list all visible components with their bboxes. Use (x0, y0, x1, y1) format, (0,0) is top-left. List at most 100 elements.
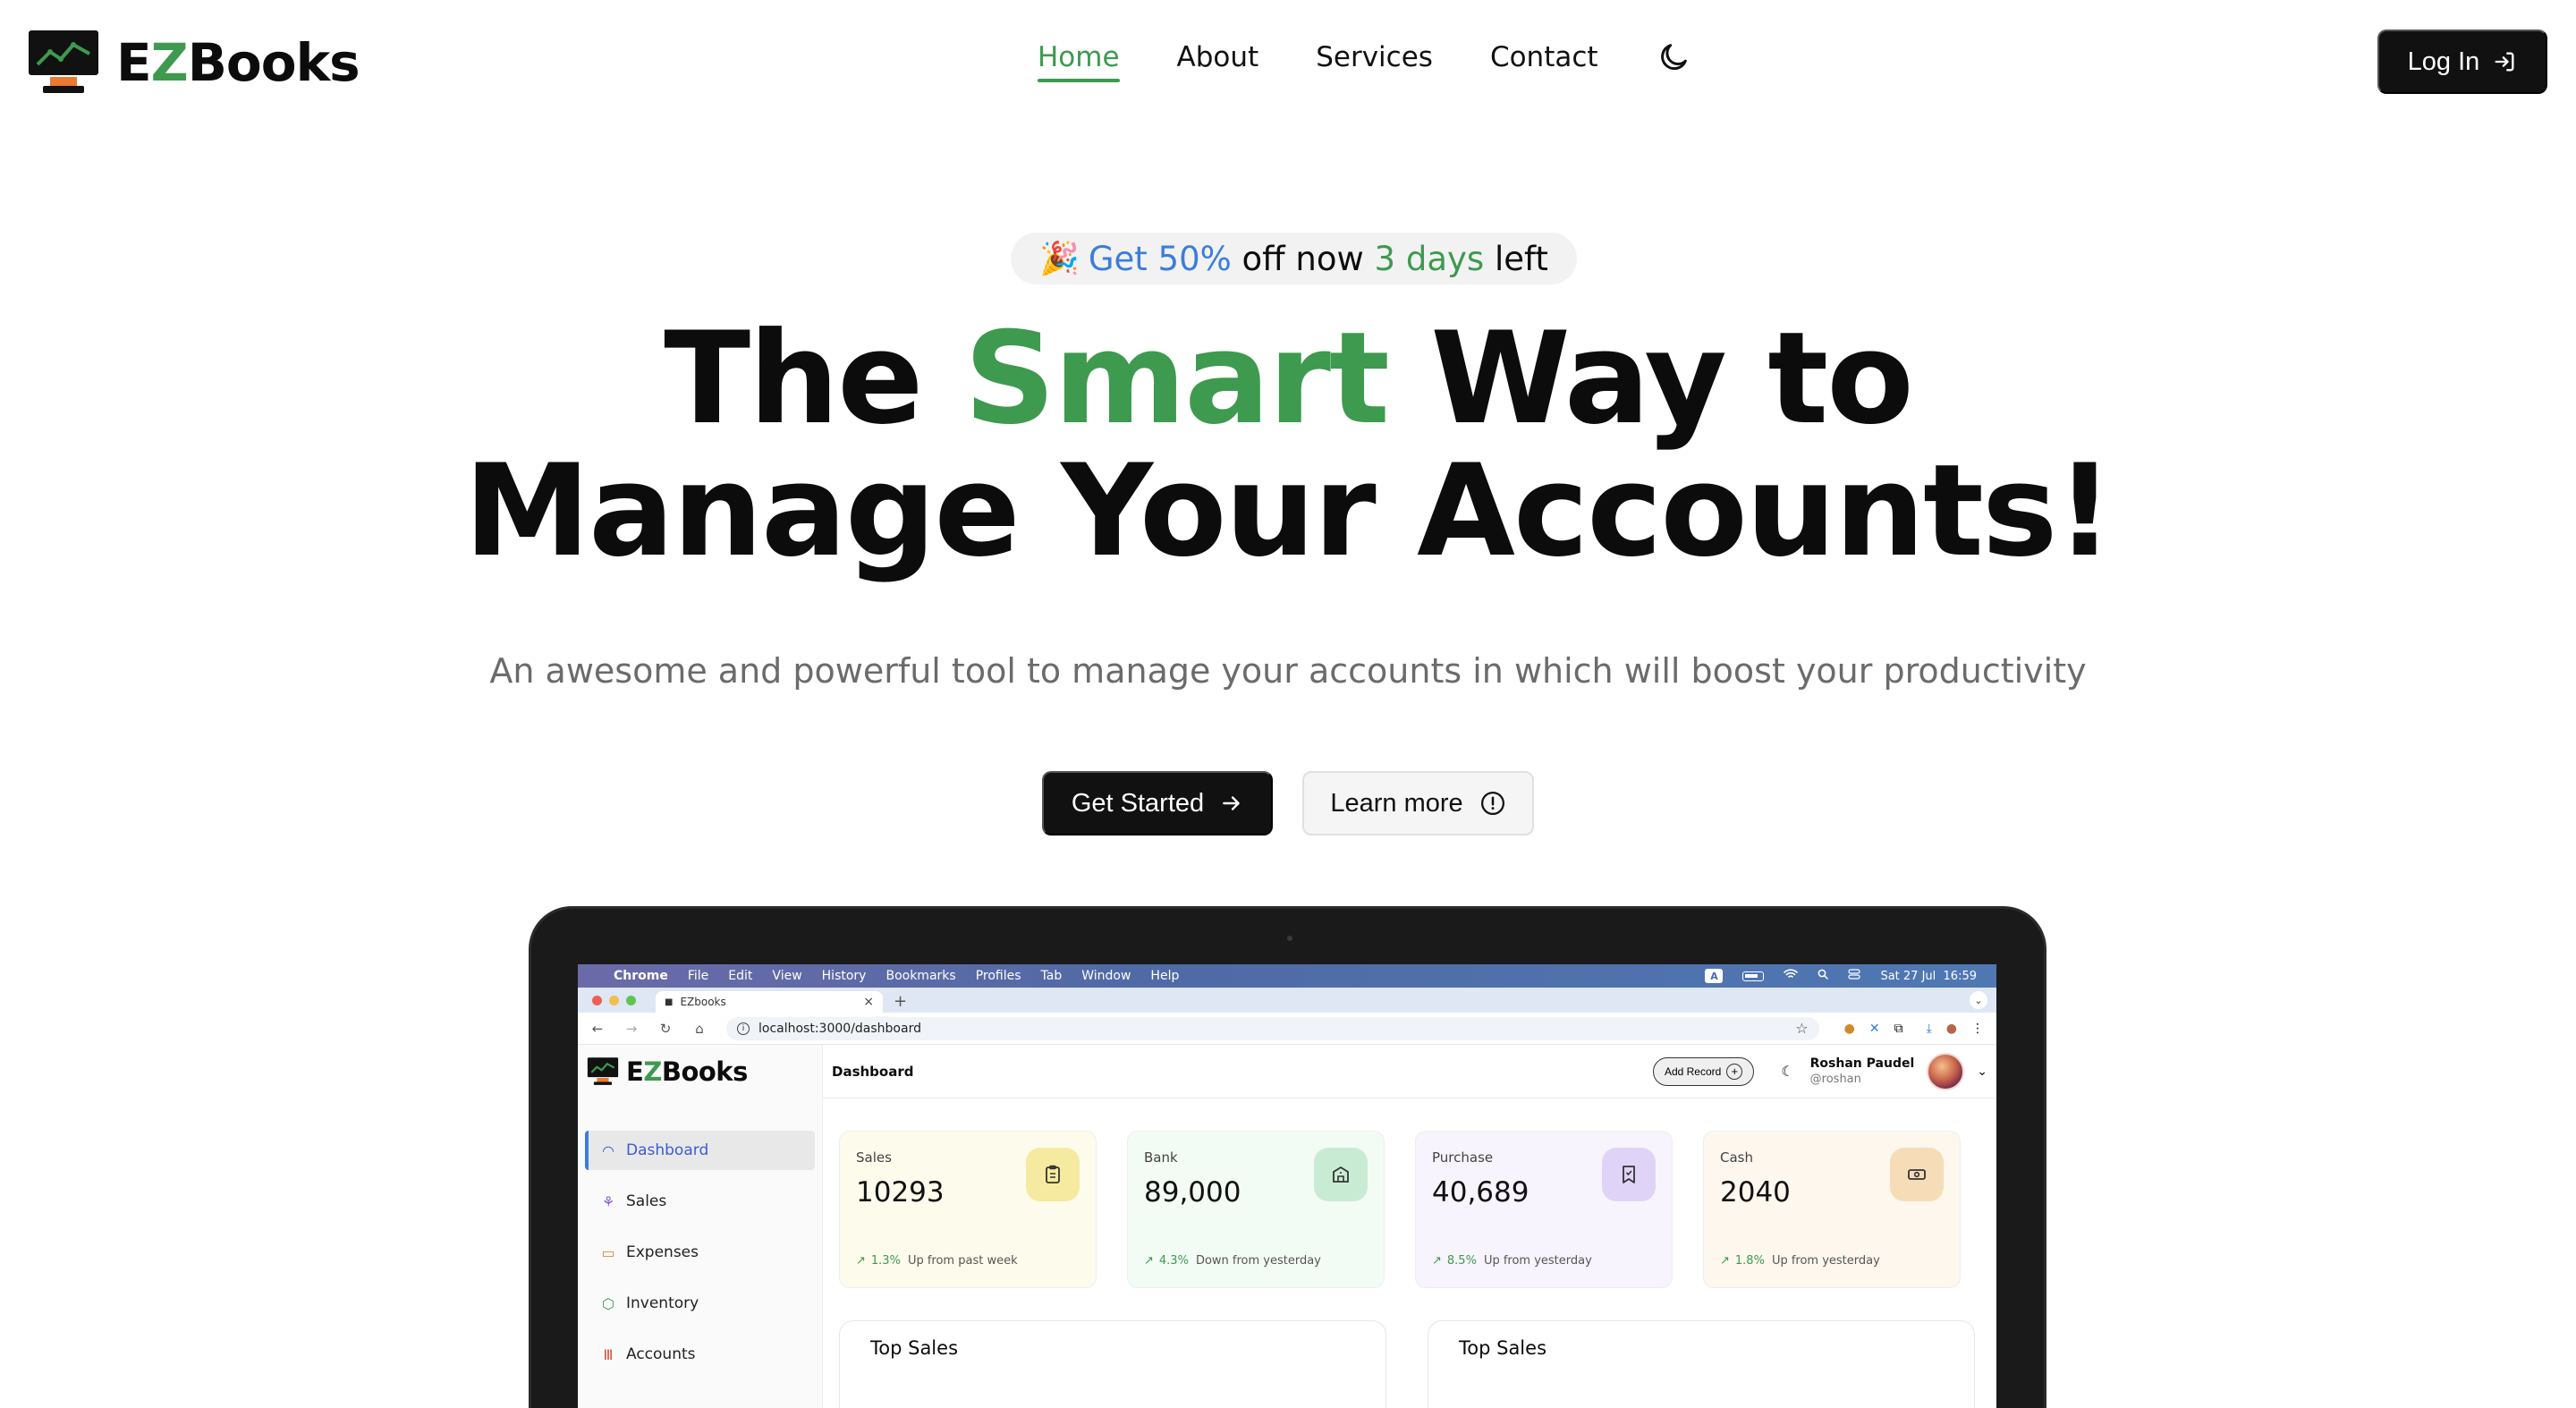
home-icon[interactable]: ⌂ (692, 1021, 707, 1037)
extension-icon[interactable]: ● (1844, 1022, 1855, 1036)
card-pct: 4.3% (1158, 1254, 1189, 1268)
moon-icon[interactable]: ☾ (1781, 1063, 1793, 1080)
gauge-icon: ◠ (602, 1141, 614, 1159)
card-trend: ↗ 1.8% Up from yesterday (1720, 1254, 1880, 1268)
panel-title: Top Sales (870, 1337, 959, 1359)
maximize-window-dot[interactable] (626, 995, 636, 1005)
sidebar-item-accounts[interactable]: Ⅲ Accounts (585, 1335, 815, 1374)
add-record-button[interactable]: Add Record + (1652, 1056, 1755, 1086)
minimize-window-dot[interactable] (609, 995, 619, 1005)
chrome-menu-icon[interactable]: ⋮ (1971, 1022, 1984, 1036)
wallet-icon: ▭ (601, 1243, 615, 1261)
stat-card-purchase: Purchase 40,689 ↗ 8.5% Up from yesterday (1415, 1131, 1673, 1288)
nav-links: Home About Services Contact (1038, 39, 1691, 82)
card-trend: ↗ 8.5% Up from yesterday (1432, 1254, 1592, 1268)
receipt-icon (1602, 1148, 1656, 1201)
sidebar-item-expenses[interactable]: ▭ Expenses (585, 1233, 815, 1272)
laptop-screen: Chrome File Edit View History Bookmarks … (578, 964, 1996, 1408)
window-controls (592, 988, 643, 1013)
user-name: Roshan Paudel (1809, 1056, 1915, 1071)
info-circle-icon (1480, 792, 1504, 815)
monitor-chart-icon (587, 1057, 619, 1085)
puzzle-extensions-icon[interactable]: ⧉ (1894, 1022, 1903, 1036)
control-center-icon (1848, 969, 1861, 983)
card-note: Down from yesterday (1195, 1254, 1321, 1268)
promo-badge: 🎉 Get 50% off now 3 days left (1011, 233, 1577, 284)
login-icon (2495, 52, 2514, 72)
headline-accent: Smart (963, 305, 1390, 453)
add-record-label: Add Record (1664, 1064, 1722, 1078)
card-note: Up from past week (907, 1254, 1018, 1268)
mac-menu-history: History (821, 969, 867, 983)
avatar[interactable] (1927, 1052, 1965, 1090)
sidebar-menu: ◠ Dashboard ⚘ Sales ▭ Expenses ⬡ Invento… (578, 1131, 822, 1374)
mac-menu-window: Window (1081, 969, 1131, 983)
app-brand-name: EZBooks (626, 1056, 748, 1087)
close-window-dot[interactable] (592, 995, 602, 1005)
trend-up-icon: ↗ (1432, 1254, 1442, 1268)
sidebar-item-label: Dashboard (626, 1141, 709, 1159)
mac-status-area: A Sat 27 Jul 16:59 (1705, 969, 1977, 983)
bookmark-star-icon[interactable]: ☆ (1795, 1020, 1808, 1037)
new-tab-plus-icon[interactable]: + (894, 989, 907, 1013)
user-info: Roshan Paudel @roshan (1810, 1056, 1915, 1087)
mac-menu-tab: Tab (1040, 969, 1063, 983)
browser-tab[interactable]: ■ EZbooks × (656, 991, 883, 1013)
monitor-chart-icon (27, 29, 100, 97)
input-source-badge: A (1705, 969, 1724, 983)
trend-up-icon: ↗ (856, 1254, 866, 1268)
sidebar-item-dashboard[interactable]: ◠ Dashboard (585, 1131, 815, 1170)
profile-avatar-icon[interactable]: ● (1946, 1022, 1957, 1036)
tab-title: EZbooks (680, 996, 726, 1008)
moon-icon[interactable] (1656, 39, 1691, 75)
promo-days: 3 days (1374, 239, 1485, 278)
mac-menu-bar: Chrome File Edit View History Bookmarks … (578, 964, 1996, 988)
stat-card-sales: Sales 10293 ↗ 1.3% Up from past week (839, 1131, 1097, 1288)
chevron-down-icon[interactable]: ⌄ (1977, 1064, 1987, 1079)
bank-icon (1314, 1148, 1368, 1201)
sidebar-item-label: Inventory (626, 1294, 699, 1312)
nav-services[interactable]: Services (1316, 41, 1433, 81)
trend-up-icon: ↗ (1720, 1254, 1730, 1268)
address-bar[interactable]: i localhost:3000/dashboard ☆ (726, 1016, 1819, 1040)
nav-about[interactable]: About (1177, 41, 1259, 81)
dashboard-app: EZBooks ◠ Dashboard ⚘ Sales ▭ Expenses ⬡… (578, 1045, 1996, 1408)
page-title: Dashboard (832, 1063, 914, 1080)
login-button[interactable]: Log In (2377, 30, 2547, 94)
books-icon: Ⅲ (603, 1345, 614, 1363)
sidebar-item-inventory[interactable]: ⬡ Inventory (585, 1284, 815, 1323)
nav-contact[interactable]: Contact (1490, 41, 1598, 81)
browser-tab-strip: ■ EZbooks × + ⌄ (578, 988, 1996, 1013)
card-trend: ↗ 1.3% Up from past week (856, 1254, 1018, 1268)
get-started-button[interactable]: Get Started (1042, 771, 1273, 835)
camera-dot (1287, 936, 1292, 941)
card-pct: 1.3% (870, 1254, 901, 1268)
stat-card-bank: Bank 89,000 ↗ 4.3% Down from yesterday (1127, 1131, 1385, 1288)
hero-subtitle: An awesome and powerful tool to manage y… (489, 651, 2087, 691)
download-icon[interactable]: ⤓ (1927, 1022, 1932, 1036)
sidebar-item-label: Expenses (626, 1243, 699, 1261)
card-note: Up from yesterday (1483, 1254, 1592, 1268)
sales-panels: Top Sales Top Sales (839, 1320, 1975, 1408)
forward-arrow-icon[interactable]: → (624, 1021, 639, 1037)
extensions-area: ● ✕ ⧉ ⤓ ● ⋮ (1830, 1022, 1984, 1036)
tab-search-chevron-icon[interactable]: ⌄ (1970, 991, 1987, 1009)
back-arrow-icon[interactable]: ← (590, 1021, 605, 1037)
learn-more-button[interactable]: Learn more (1302, 771, 1534, 835)
clipboard-icon (1026, 1148, 1080, 1201)
sidebar-item-label: Sales (626, 1192, 667, 1210)
site-info-icon[interactable]: i (737, 1022, 750, 1035)
nav-home[interactable]: Home (1038, 41, 1120, 82)
user-handle: @roshan (1809, 1072, 1861, 1086)
reload-icon[interactable]: ↻ (658, 1021, 673, 1037)
mac-menu-help: Help (1150, 969, 1180, 983)
tab-close-icon[interactable]: × (863, 995, 874, 1009)
app-logo[interactable]: EZBooks (578, 1056, 822, 1087)
panel-title: Top Sales (1459, 1337, 1547, 1359)
brand-logo[interactable]: EZBooks (27, 29, 360, 97)
mac-menu-view: View (772, 969, 802, 983)
stat-card-cash: Cash 2040 ↗ 1.8% Up from yesterday (1703, 1131, 1961, 1288)
top-sales-panel: Top Sales (839, 1320, 1386, 1408)
sidebar-item-sales[interactable]: ⚘ Sales (585, 1182, 815, 1221)
vscode-extension-icon[interactable]: ✕ (1869, 1022, 1880, 1036)
